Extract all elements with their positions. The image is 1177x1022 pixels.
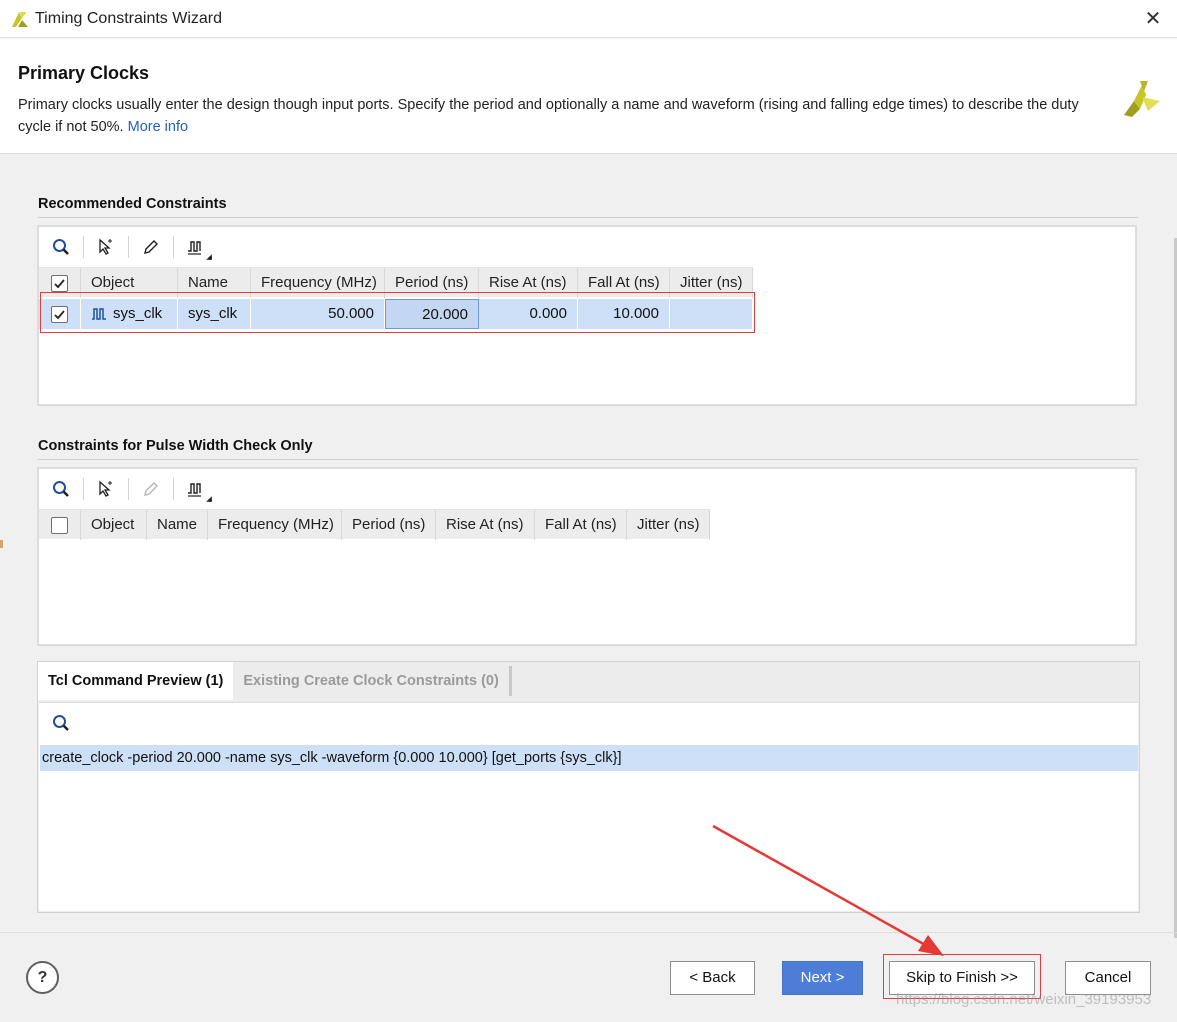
clock-wave-icon — [188, 483, 201, 497]
table-row[interactable]: sys_clk sys_clk 50.000 20.000 0.000 10.0… — [39, 299, 753, 329]
window-title: Timing Constraints Wizard — [35, 10, 223, 27]
toolbar-separator — [173, 478, 174, 500]
next-button[interactable]: Next > — [782, 961, 863, 995]
vivado-logo-icon — [12, 12, 28, 27]
recommended-table-header: Object Name Frequency (MHz) Period (ns) … — [39, 267, 753, 298]
column-header-period[interactable]: Period (ns) — [385, 268, 479, 298]
search-icon — [53, 481, 69, 497]
title-bar: Timing Constraints Wizard ✕ — [0, 0, 1177, 38]
edit-pencil-icon — [144, 240, 158, 254]
tab-existing-clock-constraints[interactable]: Existing Create Clock Constraints (0) — [233, 662, 509, 700]
checkbox-unchecked-icon[interactable] — [51, 516, 68, 534]
pulse-width-toolbar — [39, 469, 218, 509]
cell-object-value: sys_clk — [113, 305, 163, 322]
tcl-tab-container: Tcl Command Preview (1) Existing Create … — [37, 661, 1140, 913]
clock-wave-icon — [188, 241, 201, 255]
column-header-jitter[interactable]: Jitter (ns) — [670, 268, 753, 298]
search-button[interactable] — [49, 711, 73, 735]
cell-object[interactable]: sys_clk — [81, 299, 178, 329]
column-header-frequency[interactable]: Frequency (MHz) — [208, 510, 342, 540]
column-header-frequency[interactable]: Frequency (MHz) — [251, 268, 385, 298]
tcl-toolbar — [49, 711, 83, 735]
tab-tcl-command-preview[interactable]: Tcl Command Preview (1) — [38, 662, 234, 700]
page-description: Primary clocks usually enter the design … — [18, 94, 1108, 138]
edit-pencil-icon — [144, 482, 158, 496]
column-header-name[interactable]: Name — [178, 268, 251, 298]
column-header-fall-at[interactable]: Fall At (ns) — [535, 510, 627, 540]
search-button[interactable] — [49, 477, 73, 501]
back-button[interactable]: < Back — [670, 961, 755, 995]
toolbar-separator — [83, 478, 84, 500]
column-header-fall-at[interactable]: Fall At (ns) — [578, 268, 670, 298]
help-button[interactable]: ? — [26, 961, 59, 994]
search-button[interactable] — [49, 235, 73, 259]
column-header-object[interactable]: Object — [81, 510, 147, 540]
select-button[interactable] — [94, 477, 118, 501]
vivado-logo-icon — [1124, 81, 1160, 117]
clock-options-button[interactable] — [184, 477, 212, 502]
tab-bar: Tcl Command Preview (1) Existing Create … — [38, 662, 512, 700]
select-cursor-icon — [99, 238, 112, 255]
tcl-command-line[interactable]: create_clock -period 20.000 -name sys_cl… — [40, 745, 1138, 771]
recommended-table-panel: Object Name Frequency (MHz) Period (ns) … — [37, 225, 1137, 406]
cell-rise-at[interactable]: 0.000 — [479, 299, 578, 329]
search-icon — [53, 239, 69, 255]
column-header-name[interactable]: Name — [147, 510, 208, 540]
close-icon[interactable]: ✕ — [1143, 6, 1163, 32]
page-title: Primary Clocks — [18, 63, 150, 83]
column-header-object[interactable]: Object — [81, 268, 178, 298]
clock-port-icon — [92, 308, 106, 320]
cell-fall-at[interactable]: 10.000 — [578, 299, 670, 329]
pulse-width-section-title: Constraints for Pulse Width Check Only — [38, 438, 313, 454]
checkbox-checked-icon[interactable] — [51, 274, 68, 292]
tcl-preview-panel: create_clock -period 20.000 -name sys_cl… — [39, 702, 1138, 911]
tab-separator — [508, 666, 512, 696]
section-divider — [38, 217, 1138, 218]
more-info-link[interactable]: More info — [128, 119, 188, 135]
column-header-period[interactable]: Period (ns) — [342, 510, 436, 540]
edit-button[interactable] — [139, 235, 163, 259]
section-divider — [38, 459, 1138, 460]
footer-divider — [0, 932, 1177, 933]
toolbar-separator — [83, 236, 84, 258]
row-checkbox-cell[interactable] — [39, 299, 81, 329]
edge-marker — [0, 540, 3, 548]
search-icon — [53, 715, 69, 731]
cell-name[interactable]: sys_clk — [178, 299, 251, 329]
dropdown-corner-icon — [206, 496, 212, 502]
cell-period[interactable]: 20.000 — [385, 299, 479, 329]
column-header-rise-at[interactable]: Rise At (ns) — [436, 510, 535, 540]
edit-button-disabled — [139, 477, 163, 501]
select-cursor-icon — [99, 480, 112, 497]
watermark-text: https://blog.csdn.net/weixin_39193953 — [896, 991, 1152, 1008]
dropdown-corner-icon — [206, 254, 212, 260]
select-all-checkbox-cell[interactable] — [39, 510, 81, 540]
pulse-width-table-header: Object Name Frequency (MHz) Period (ns) … — [39, 509, 710, 540]
select-button[interactable] — [94, 235, 118, 259]
column-header-jitter[interactable]: Jitter (ns) — [627, 510, 710, 540]
toolbar-separator — [128, 478, 129, 500]
cell-jitter[interactable] — [670, 299, 753, 329]
skip-to-finish-button[interactable]: Skip to Finish >> — [889, 961, 1035, 995]
checkbox-checked-icon[interactable] — [51, 305, 68, 323]
pulse-width-table-panel: Object Name Frequency (MHz) Period (ns) … — [37, 467, 1137, 646]
wizard-header: Primary Clocks Primary clocks usually en… — [0, 39, 1177, 154]
cell-frequency[interactable]: 50.000 — [251, 299, 385, 329]
recommended-toolbar — [39, 227, 218, 267]
clock-options-button[interactable] — [184, 235, 212, 260]
recommended-section-title: Recommended Constraints — [38, 196, 227, 212]
select-all-checkbox-cell[interactable] — [39, 268, 81, 298]
cancel-button[interactable]: Cancel — [1065, 961, 1151, 995]
toolbar-separator — [128, 236, 129, 258]
toolbar-separator — [173, 236, 174, 258]
column-header-rise-at[interactable]: Rise At (ns) — [479, 268, 578, 298]
